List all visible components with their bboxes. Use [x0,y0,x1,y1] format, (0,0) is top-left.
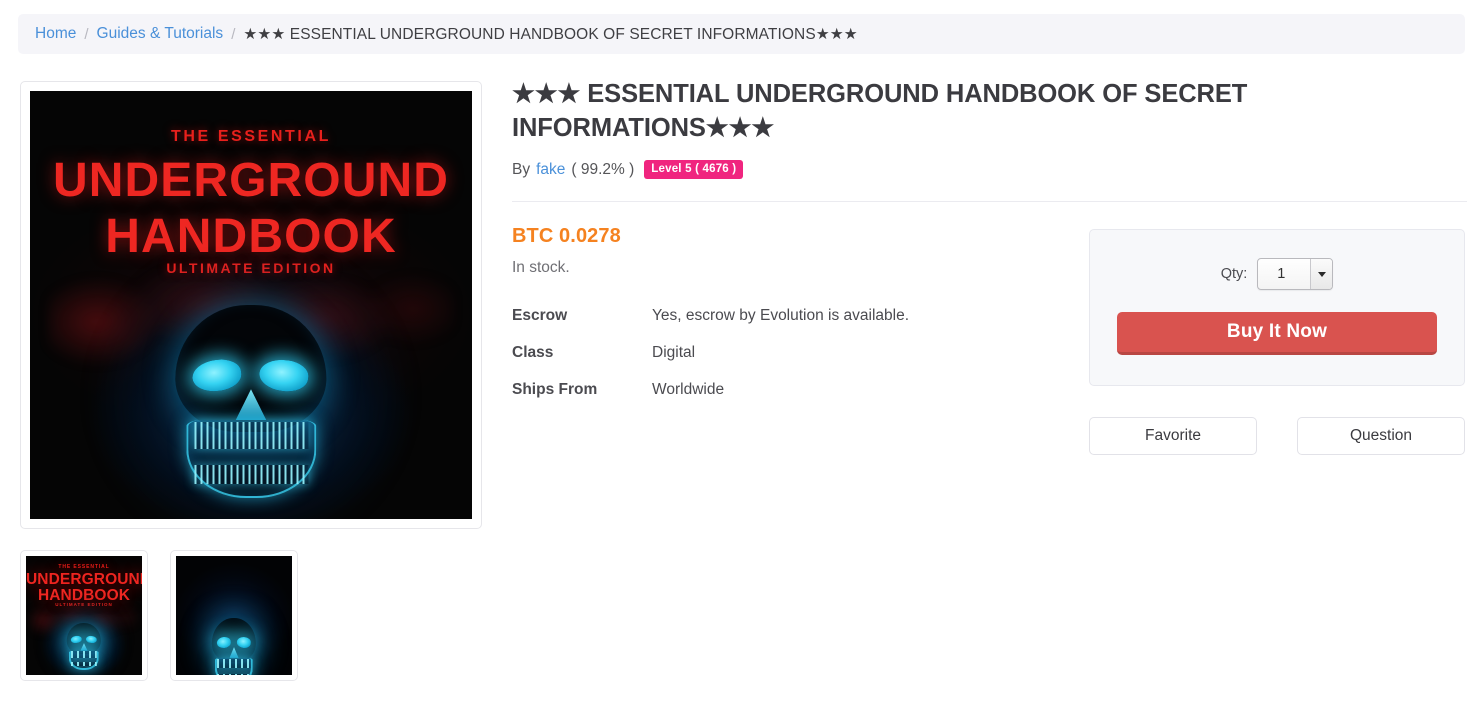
spec-value-escrow: Yes, escrow by Evolution is available. [652,307,910,325]
glowing-skull-icon [185,602,283,675]
quantity-value: 1 [1277,266,1286,282]
secondary-actions: Favorite Question [1089,417,1465,455]
thumbnail-book-cover-image: THE ESSENTIAL UNDERGROUND HANDBOOK ULTIM… [26,556,142,675]
thumbnail-skull-closeup[interactable] [170,550,298,681]
divider [512,201,1467,203]
quantity-label: Qty: [1220,266,1248,282]
cover-edition-text: ULTIMATE EDITION [55,602,113,608]
spec-value-ships-from: Worldwide [652,381,725,399]
chevron-down-icon[interactable] [1310,259,1333,289]
status-badge: Level 5 ( 4676 ) [644,160,744,180]
product-spec-table: Escrow Yes, escrow by Evolution is avail… [512,307,909,418]
seller-rating: ( 99.2% ) [571,160,635,178]
glowing-skull-icon [46,611,122,675]
breadcrumb-separator: / [231,25,236,43]
book-cover-image: THE ESSENTIAL UNDERGROUND HANDBOOK ULTIM… [30,91,472,519]
question-button[interactable]: Question [1297,417,1465,455]
cover-kicker-text: THE ESSENTIAL [170,128,332,146]
breadcrumb-item-guides-tutorials[interactable]: Guides & Tutorials [97,25,224,43]
product-gallery: THE ESSENTIAL UNDERGROUND HANDBOOK ULTIM… [20,81,482,529]
table-row: Escrow Yes, escrow by Evolution is avail… [512,307,909,344]
spec-value-class: Digital [652,344,696,362]
skull-teeth-lower [194,465,308,484]
purchase-panel: Qty: 1 Buy It Now [1089,229,1465,386]
breadcrumb-item-home[interactable]: Home [35,25,76,43]
main-product-image-frame[interactable]: THE ESSENTIAL UNDERGROUND HANDBOOK ULTIM… [20,81,482,529]
spec-label-class: Class [512,344,554,362]
table-row: Class Digital [512,344,909,381]
caret-shape [1317,271,1326,277]
skull-teeth-upper [194,422,308,449]
spec-label-escrow: Escrow [512,307,568,325]
breadcrumb-separator: / [84,25,89,43]
breadcrumb-item-current: ★★★ ESSENTIAL UNDERGROUND HANDBOOK OF SE… [243,25,858,43]
cover-kicker-text: THE ESSENTIAL [58,564,110,571]
seller-link[interactable]: fake [536,161,565,179]
buy-it-now-button[interactable]: Buy It Now [1117,312,1437,355]
breadcrumb: Home / Guides & Tutorials / ★★★ ESSENTIA… [18,14,1465,54]
skull-teeth-lower [71,661,97,667]
glowing-skull-icon [88,259,414,519]
skull-teeth-upper [217,658,251,668]
table-row: Ships From Worldwide [512,381,909,418]
quantity-row: Qty: 1 [1090,258,1464,290]
quantity-select[interactable]: 1 [1257,258,1334,290]
thumbnail-skull-closeup-image [176,556,292,675]
spec-label-ships-from: Ships From [512,381,598,399]
skull-teeth-lower [217,673,251,675]
favorite-button[interactable]: Favorite [1089,417,1257,455]
thumbnail-strip: THE ESSENTIAL UNDERGROUND HANDBOOK ULTIM… [20,550,298,681]
seller-info: By fake ( 99.2% ) Level 5 ( 4676 ) [512,160,1467,180]
cover-title-line1: UNDERGROUND [52,154,450,208]
thumbnail-book-cover[interactable]: THE ESSENTIAL UNDERGROUND HANDBOOK ULTIM… [20,550,148,681]
cover-title-line2: HANDBOOK [105,209,397,263]
skull-teeth-upper [71,651,97,658]
page-title: ★★★ ESSENTIAL UNDERGROUND HANDBOOK OF SE… [512,80,1248,142]
by-label: By [512,160,531,178]
